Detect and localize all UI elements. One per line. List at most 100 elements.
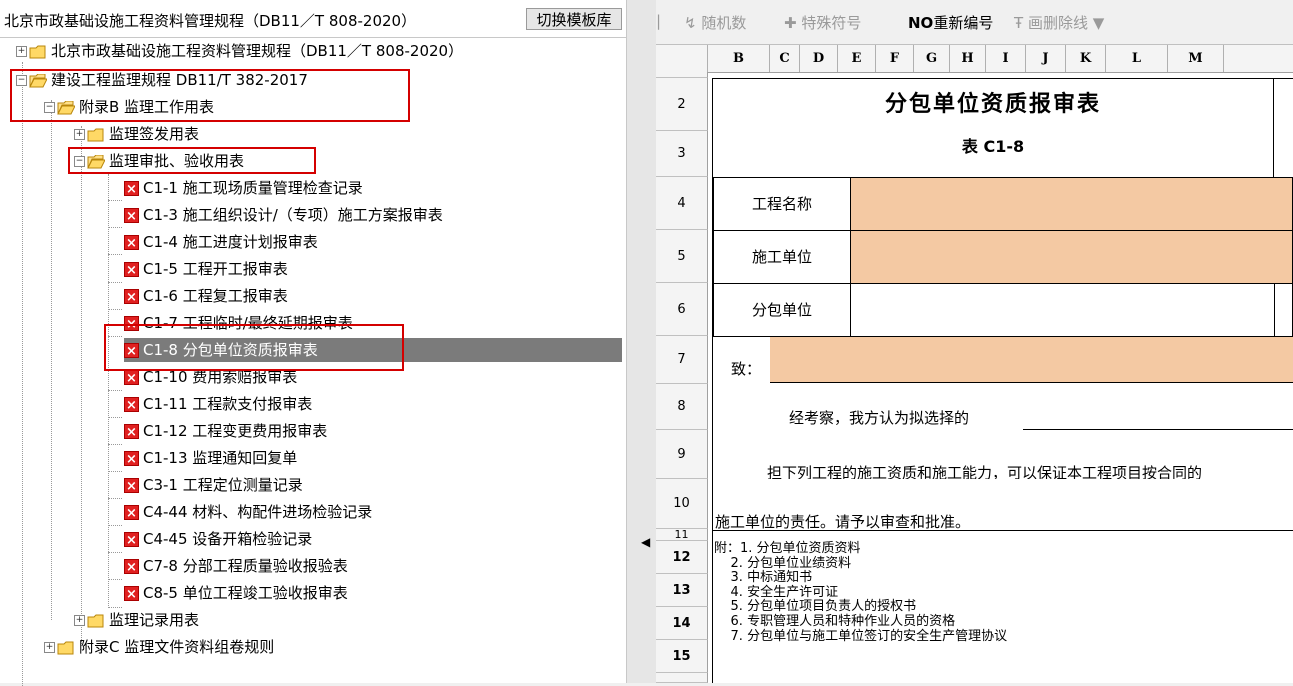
- collapse-arrow-icon[interactable]: ◀: [641, 535, 650, 549]
- row-header[interactable]: 5: [656, 230, 708, 283]
- plus-symbol-icon: ✚: [784, 14, 797, 32]
- construction-unit-input[interactable]: [850, 230, 1293, 284]
- row-header[interactable]: 6: [656, 283, 708, 336]
- column-header[interactable]: K: [1066, 45, 1106, 72]
- folder-icon: [87, 128, 105, 142]
- form-editor: | ↯ 随机数 ✚ 特殊符号 NO重新编号 Ŧ 画删除线 ▼ B C D E F…: [656, 0, 1293, 683]
- tree-item-form[interactable]: × C1-6 工程复工报审表: [124, 284, 288, 308]
- tree-item-beijing-municipal-spec[interactable]: + 北京市政基础设施工程资料管理规程（DB11／T 808-2020）: [16, 39, 463, 63]
- highlight-box-selected-form: [104, 324, 404, 371]
- form-template-icon: ×: [124, 262, 139, 278]
- form-template-icon: ×: [124, 532, 139, 548]
- form-title-cell[interactable]: 分包单位资质报审表: [713, 79, 1274, 131]
- special-symbol-button[interactable]: ✚ 特殊符号: [784, 12, 861, 33]
- tree-item-form[interactable]: × C1-5 工程开工报审表: [124, 257, 288, 281]
- template-tree: + 北京市政基础设施工程资料管理规程（DB11／T 808-2020） − 建设工程…: [0, 38, 626, 686]
- random-number-button[interactable]: ↯ 随机数: [684, 12, 746, 33]
- row-header[interactable]: 9: [656, 430, 708, 479]
- strikethrough-icon: Ŧ: [1014, 14, 1024, 32]
- tree-item-form[interactable]: × C1-1 施工现场质量管理检查记录: [124, 176, 363, 200]
- template-library-panel: 北京市政基础设施工程资料管理规程（DB11／T 808-2020） 切换模板库 …: [0, 0, 626, 686]
- editor-toolbar: | ↯ 随机数 ✚ 特殊符号 NO重新编号 Ŧ 画删除线 ▼: [656, 0, 1293, 45]
- random-icon: ↯: [684, 14, 697, 32]
- highlight-box-supervision-spec: [10, 69, 410, 122]
- attachments-list: 附：1. 分包单位资质资料 2. 分包单位业绩资料 3. 中标通知书 4. 安全…: [714, 541, 1008, 644]
- form-template-icon: ×: [124, 370, 139, 386]
- text-line-2: 担下列工程的施工资质和施工能力，可以保证本工程项目按合同的: [767, 464, 1203, 479]
- column-header[interactable]: E: [838, 45, 876, 72]
- tree-item-form[interactable]: × C3-1 工程定位测量记录: [124, 473, 303, 497]
- expand-icon[interactable]: +: [74, 615, 85, 626]
- row-header[interactable]: 13: [656, 574, 708, 607]
- form-template-icon: ×: [124, 451, 139, 467]
- text-line-3: 施工单位的责任。请予以审查和批准。: [713, 479, 1293, 531]
- row-header[interactable]: 7: [656, 336, 708, 384]
- row-header[interactable]: 3: [656, 131, 708, 177]
- subcontract-unit-label-cell: 分包单位: [713, 283, 851, 337]
- text-line-1: 经考察，我方认为拟选择的: [789, 409, 970, 427]
- select-all-corner[interactable]: [656, 45, 708, 72]
- form-template-icon: ×: [124, 289, 139, 305]
- extra-cell[interactable]: [1274, 283, 1293, 337]
- tree-item-supervision-issue-forms[interactable]: + 监理签发用表: [74, 122, 199, 146]
- row-header[interactable]: 12: [656, 541, 708, 574]
- tree-item-form[interactable]: × C4-45 设备开箱检验记录: [124, 527, 312, 551]
- expand-icon[interactable]: +: [74, 129, 85, 140]
- row-header[interactable]: 14: [656, 607, 708, 640]
- column-header[interactable]: F: [876, 45, 914, 72]
- expand-icon[interactable]: +: [16, 46, 27, 57]
- column-header[interactable]: M: [1168, 45, 1224, 72]
- row-header[interactable]: 8: [656, 384, 708, 430]
- column-header[interactable]: C: [770, 45, 800, 72]
- library-title: 北京市政基础设施工程资料管理规程（DB11／T 808-2020）: [4, 12, 417, 30]
- form-template-icon: ×: [124, 235, 139, 251]
- tree-item-form[interactable]: × C1-4 施工进度计划报审表: [124, 230, 318, 254]
- recipient-input[interactable]: [770, 337, 1293, 383]
- row-header[interactable]: 4: [656, 177, 708, 230]
- strikethrough-button[interactable]: Ŧ 画删除线 ▼: [1014, 12, 1104, 33]
- row-header[interactable]: 11: [656, 529, 708, 541]
- project-name-label-cell: 工程名称: [713, 177, 851, 231]
- expand-icon[interactable]: +: [44, 642, 55, 653]
- column-header[interactable]: J: [1026, 45, 1066, 72]
- row-header[interactable]: 15: [656, 640, 708, 673]
- tree-item-form[interactable]: × C1-13 监理通知回复单: [124, 446, 297, 470]
- construction-unit-label-cell: 施工单位: [713, 230, 851, 284]
- form-template-icon: ×: [124, 424, 139, 440]
- highlight-box-approval-forms: [68, 147, 316, 174]
- tree-item-form[interactable]: × C4-44 材料、构配件进场检验记录: [124, 500, 372, 524]
- form-template-icon: ×: [124, 181, 139, 197]
- column-header[interactable]: B: [708, 45, 770, 72]
- switch-library-button[interactable]: 切换模板库: [526, 8, 622, 30]
- column-header[interactable]: D: [800, 45, 838, 72]
- tree-item-form[interactable]: × C1-12 工程变更费用报审表: [124, 419, 327, 443]
- form-code: 表 C1-8: [961, 137, 1025, 156]
- tree-item-supervision-record-forms[interactable]: + 监理记录用表: [74, 608, 199, 632]
- tree-item-appendix-c[interactable]: + 附录C 监理文件资料组卷规则: [44, 635, 274, 659]
- form-template-icon: ×: [124, 478, 139, 494]
- tree-item-form[interactable]: × C1-3 施工组织设计/（专项）施工方案报审表: [124, 203, 443, 227]
- form-code-cell[interactable]: 表 C1-8: [713, 131, 1274, 177]
- row-header[interactable]: 10: [656, 479, 708, 529]
- row-header[interactable]: 2: [656, 78, 708, 131]
- form-template-icon: ×: [124, 559, 139, 575]
- selected-subcontractor-input[interactable]: [1023, 384, 1293, 430]
- tree-item-form[interactable]: × C8-5 单位工程竣工验收报审表: [124, 581, 348, 605]
- form-template-icon: ×: [124, 397, 139, 413]
- toolbar-separator: |: [656, 12, 662, 30]
- form-template-icon: ×: [124, 505, 139, 521]
- to-label-cell: 致：: [731, 360, 762, 378]
- tree-item-form[interactable]: × C1-11 工程款支付报审表: [124, 392, 312, 416]
- project-name-input[interactable]: [850, 177, 1293, 231]
- renumber-button[interactable]: NO重新编号: [908, 12, 993, 33]
- tree-item-form[interactable]: × C7-8 分部工程质量验收报验表: [124, 554, 348, 578]
- number-icon: NO: [908, 14, 934, 32]
- column-header[interactable]: I: [986, 45, 1026, 72]
- folder-icon: [57, 641, 75, 655]
- form-title: 分包单位资质报审表: [884, 92, 1101, 117]
- subcontract-unit-input[interactable]: [850, 283, 1275, 337]
- column-header[interactable]: L: [1106, 45, 1168, 72]
- panel-splitter[interactable]: [626, 0, 657, 683]
- column-header[interactable]: H: [950, 45, 986, 72]
- column-header[interactable]: G: [914, 45, 950, 72]
